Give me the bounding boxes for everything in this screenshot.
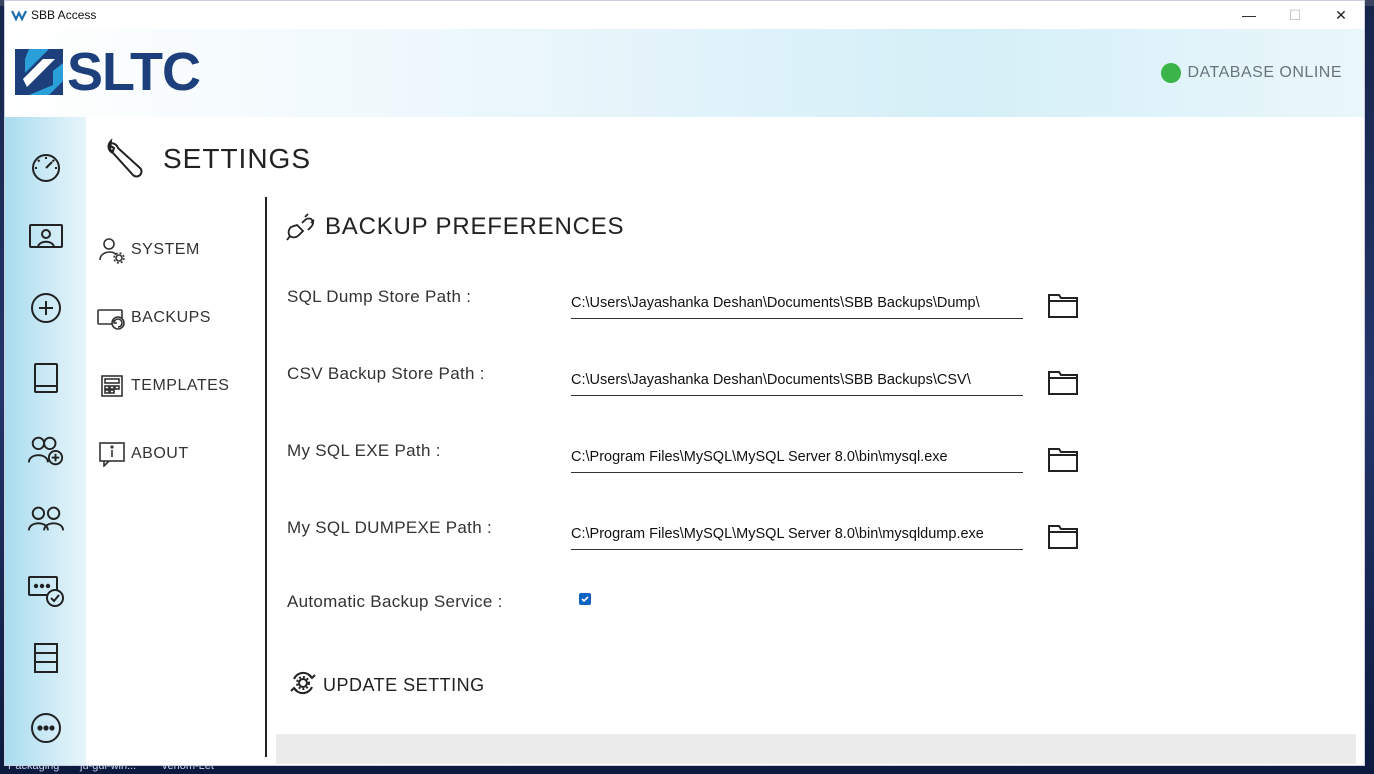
wrench-icon <box>107 138 143 178</box>
submenu-item-backups[interactable]: BACKUPS <box>97 303 211 333</box>
list-rows-icon[interactable] <box>27 639 65 677</box>
settings-heading: SETTINGS <box>105 137 311 181</box>
submenu-label: TEMPLATES <box>131 377 230 394</box>
auto-backup-row: Automatic Backup Service : <box>287 592 1107 642</box>
more-icon[interactable] <box>27 709 65 747</box>
logo: SLTC <box>15 42 201 102</box>
submenu-item-templates[interactable]: TEMPLATES <box>97 371 229 401</box>
maximize-button[interactable]: ☐ <box>1272 1 1318 29</box>
user-gear-icon <box>97 236 127 264</box>
mysql-dumpexe-path-row: My SQL DUMPEXE Path : <box>287 518 1107 568</box>
window-controls: — ☐ ✕ <box>1226 1 1364 29</box>
nav-rail <box>5 117 86 765</box>
close-button[interactable]: ✕ <box>1318 1 1364 29</box>
folder-browse-icon[interactable] <box>1047 522 1079 550</box>
field-label: SQL Dump Store Path : <box>287 287 472 306</box>
sql-dump-path-input[interactable] <box>571 287 1023 319</box>
book-icon[interactable] <box>27 359 65 397</box>
field-label: My SQL EXE Path : <box>287 441 441 460</box>
backup-preferences-panel: BACKUP PREFERENCES SQL Dump Store Path :… <box>267 197 1355 757</box>
logo-text: SLTC <box>67 42 201 102</box>
sql-dump-path-row: SQL Dump Store Path : <box>287 287 1107 337</box>
submenu-item-about[interactable]: ABOUT <box>97 439 189 469</box>
auto-backup-checkbox[interactable] <box>579 593 591 605</box>
mysql-dumpexe-path-input[interactable] <box>571 518 1023 550</box>
app-icon <box>11 10 27 22</box>
field-label: My SQL DUMPEXE Path : <box>287 518 493 537</box>
minimize-button[interactable]: — <box>1226 1 1272 29</box>
folder-browse-icon[interactable] <box>1047 291 1079 319</box>
mysql-exe-path-input[interactable] <box>571 441 1023 473</box>
footer-strip <box>276 734 1356 764</box>
add-circle-icon[interactable] <box>27 289 65 327</box>
window-title: SBB Access <box>31 8 97 22</box>
header-banner: SLTC DATABASE ONLINE <box>5 29 1364 117</box>
settings-refresh-icon <box>289 669 317 702</box>
folder-browse-icon[interactable] <box>1047 368 1079 396</box>
message-check-icon[interactable] <box>27 572 65 610</box>
mysql-exe-path-row: My SQL EXE Path : <box>287 441 1107 491</box>
database-status: DATABASE ONLINE <box>1160 63 1343 83</box>
backup-restore-icon <box>97 304 127 332</box>
submenu-label: ABOUT <box>131 445 189 462</box>
template-grid-icon <box>97 372 127 400</box>
page-title: SETTINGS <box>163 143 312 174</box>
field-label: CSV Backup Store Path : <box>287 364 485 383</box>
logo-mark-icon <box>15 49 63 95</box>
section-heading: BACKUP PREFERENCES <box>285 211 624 243</box>
checkmark-icon <box>581 596 589 603</box>
app-window: SBB Access — ☐ ✕ SLTC DATABASE ONLINE SE… <box>4 0 1365 766</box>
submenu-label: SYSTEM <box>131 241 200 258</box>
folder-browse-icon[interactable] <box>1047 445 1079 473</box>
plug-icon <box>286 213 315 241</box>
info-board-icon <box>97 440 127 468</box>
dashboard-gauge-icon[interactable] <box>27 149 65 187</box>
database-status-label: DATABASE ONLINE <box>1187 64 1342 81</box>
csv-backup-path-row: CSV Backup Store Path : <box>287 364 1107 414</box>
csv-backup-path-input[interactable] <box>571 364 1023 396</box>
presentation-user-icon[interactable] <box>27 219 65 257</box>
group-icon[interactable] <box>27 500 65 538</box>
field-label: Automatic Backup Service : <box>287 592 503 611</box>
update-setting-button[interactable]: UPDATE SETTING <box>289 669 485 702</box>
status-dot-icon <box>1160 63 1181 83</box>
submenu-item-system[interactable]: SYSTEM <box>97 235 200 265</box>
update-setting-label: UPDATE SETTING <box>323 675 485 695</box>
add-group-icon[interactable] <box>27 431 65 469</box>
section-title: BACKUP PREFERENCES <box>325 213 625 240</box>
submenu-label: BACKUPS <box>131 309 211 326</box>
title-bar: SBB Access — ☐ ✕ <box>5 1 1364 29</box>
